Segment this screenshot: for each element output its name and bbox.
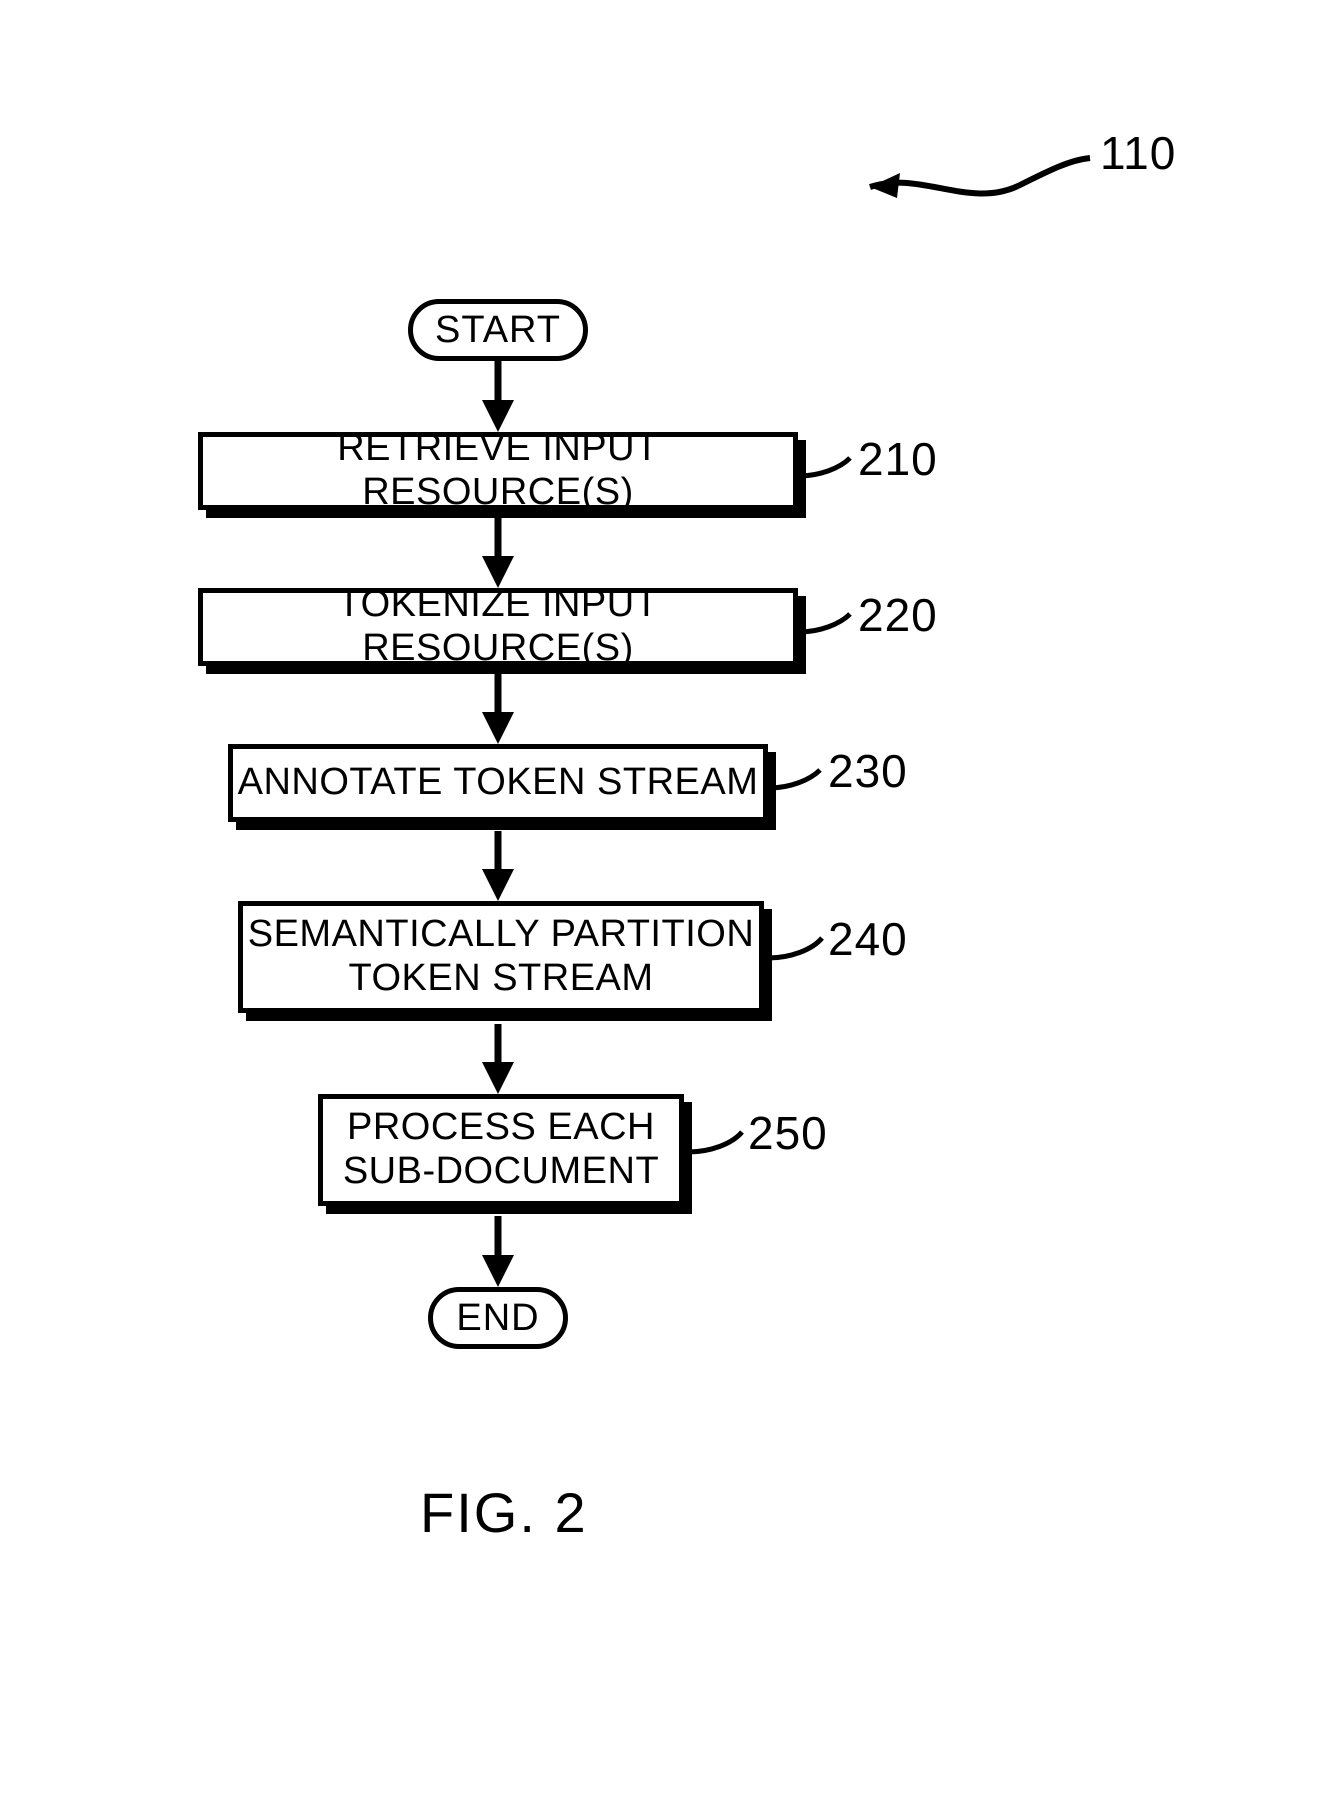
figure-caption: FIG. 2 [420, 1480, 588, 1545]
flow-step-250-ref: 250 [748, 1106, 828, 1160]
flow-step-250: PROCESS EACH SUB-DOCUMENT [318, 1094, 684, 1206]
flow-start: START [408, 299, 588, 361]
flow-step-210-ref: 210 [858, 432, 938, 486]
flow-step-210: RETRIEVE INPUT RESOURCE(S) [198, 432, 798, 510]
flow-end: END [428, 1287, 568, 1349]
flow-step-230: ANNOTATE TOKEN STREAM [228, 744, 768, 822]
flow-step-230-ref: 230 [828, 744, 908, 798]
flow-step-220: TOKENIZE INPUT RESOURCE(S) [198, 588, 798, 666]
flowchart-canvas: 110 START RETRIEVE INPUT RESOURCE(S) 210… [0, 0, 1326, 1801]
flow-step-240: SEMANTICALLY PARTITION TOKEN STREAM [238, 901, 764, 1013]
flow-step-240-ref: 240 [828, 912, 908, 966]
figure-reference-label: 110 [1100, 126, 1176, 180]
flow-step-220-ref: 220 [858, 588, 938, 642]
